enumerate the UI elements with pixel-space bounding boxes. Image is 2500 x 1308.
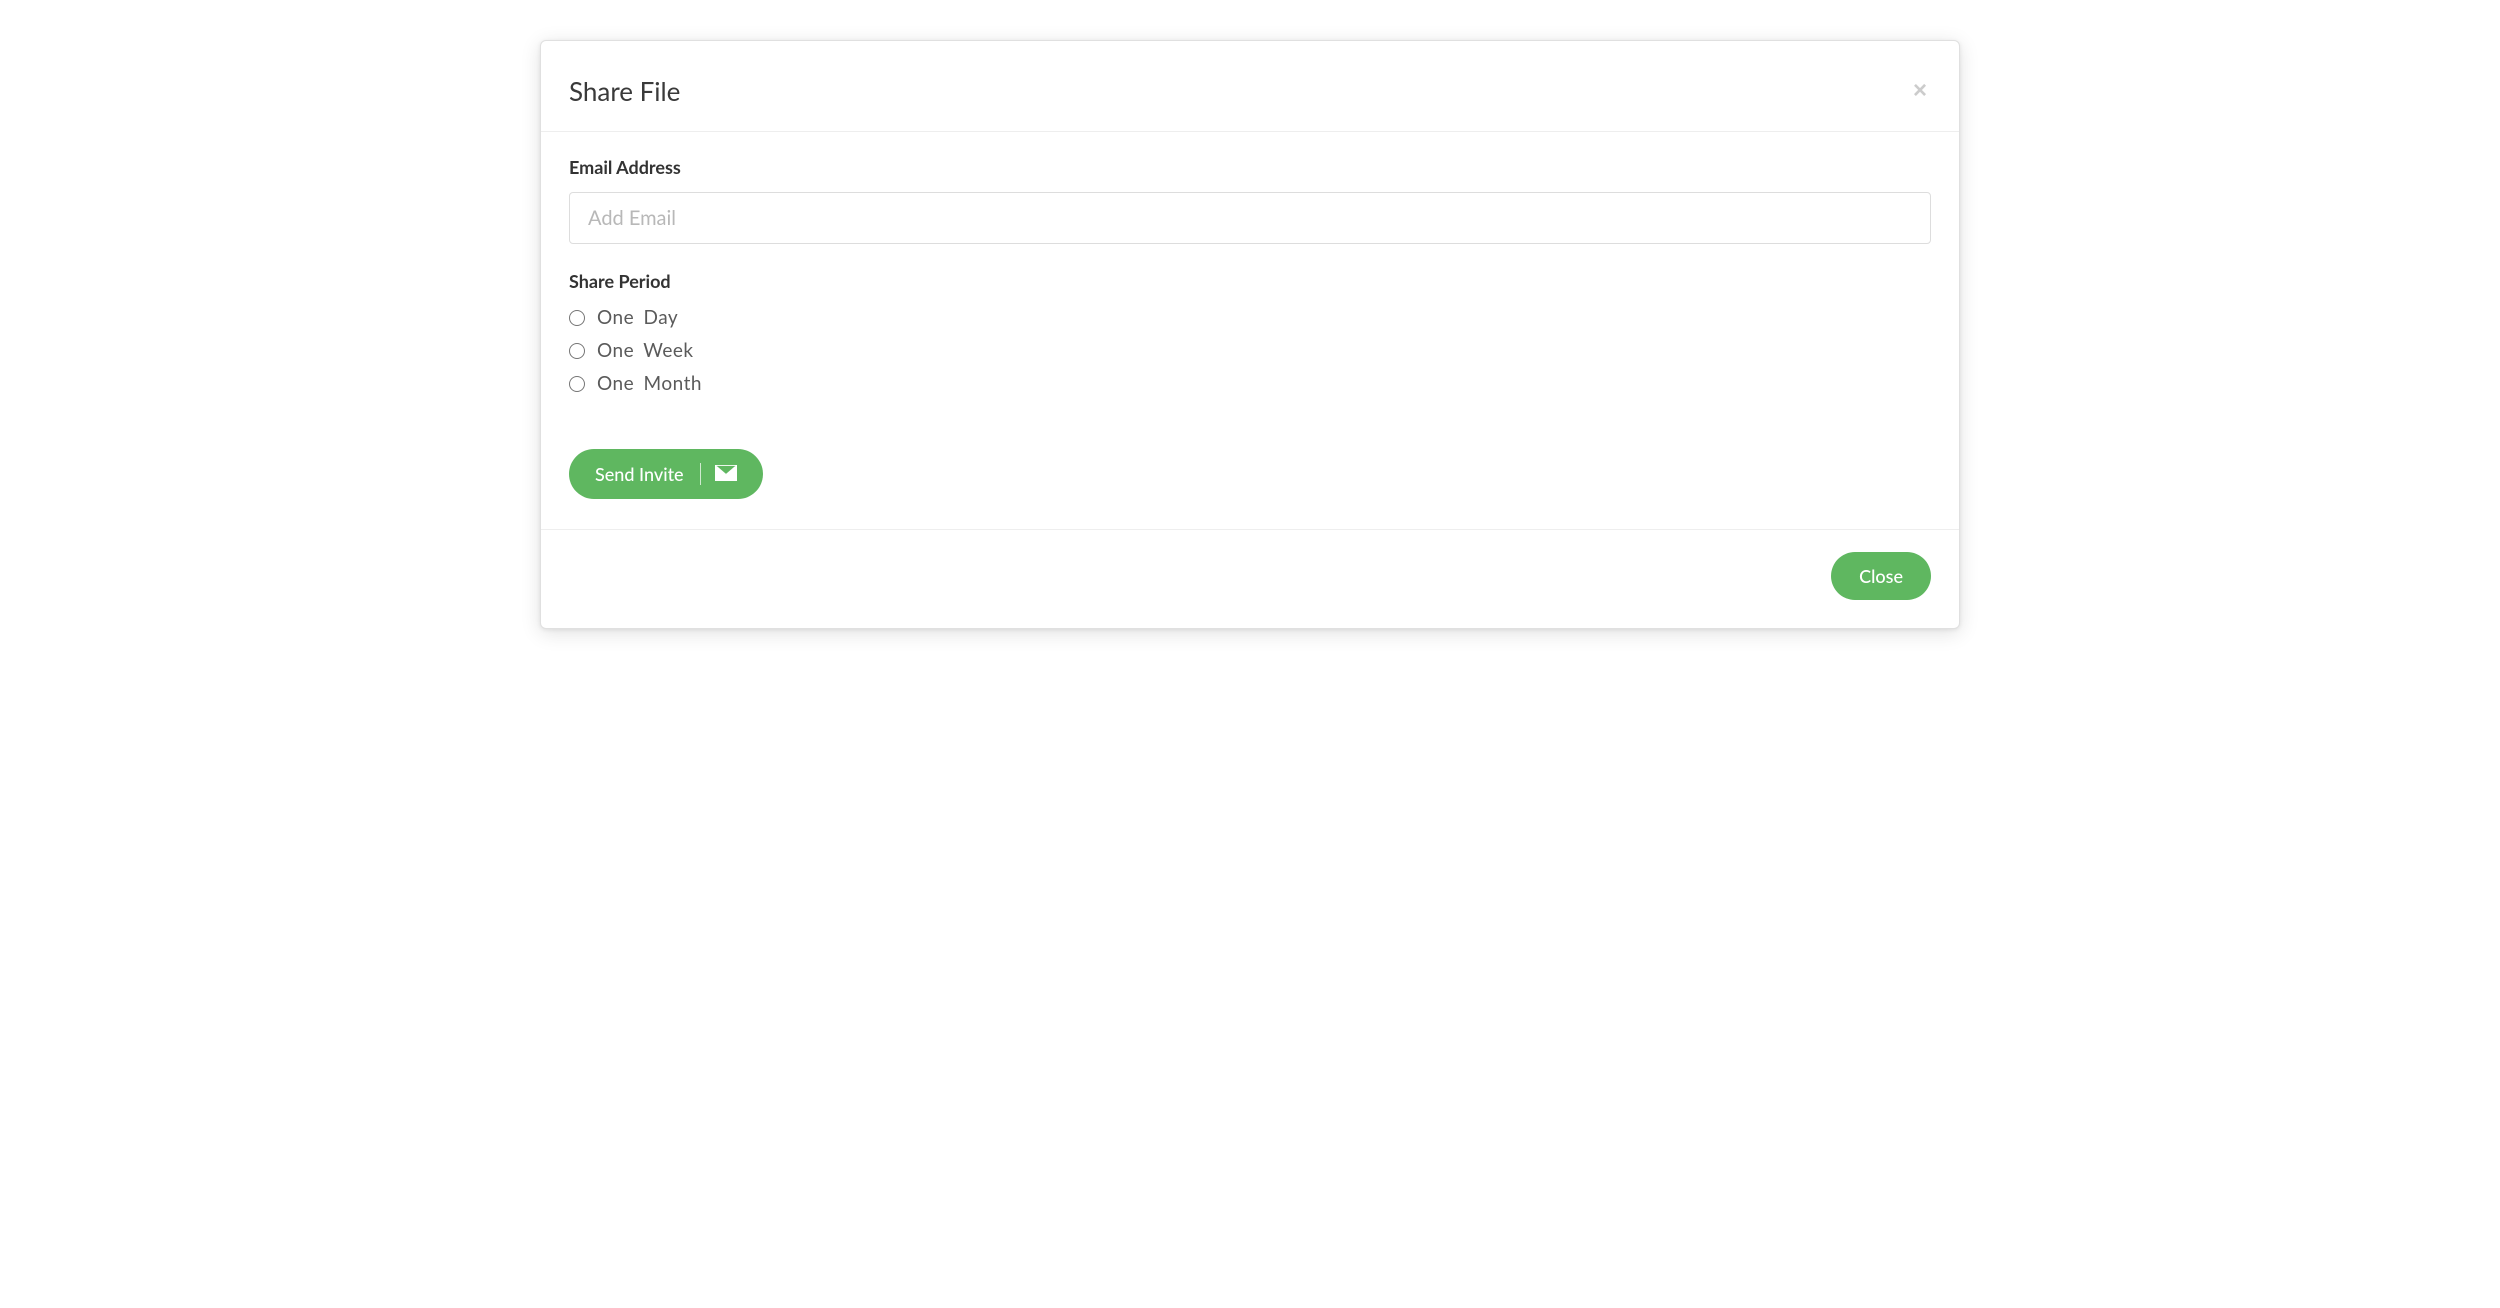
radio-option-one-month: One Month [569,372,1931,395]
modal-footer: Close [541,530,1959,628]
close-button[interactable]: Close [1831,552,1931,600]
radio-option-one-week: One Week [569,339,1931,362]
send-invite-button[interactable]: Send Invite [569,449,763,499]
close-icon[interactable]: × [1909,75,1931,107]
radio-option-one-day: One Day [569,306,1931,329]
modal-title: Share File [569,75,680,107]
email-label: Email Address [569,156,1931,178]
modal-header: Share File × [541,41,1959,132]
radio-one-day[interactable] [569,310,585,326]
share-file-modal: Share File × Email Address Share Period … [540,40,1960,629]
button-divider [700,463,701,485]
radio-one-week[interactable] [569,343,585,359]
share-period-options: One Day One Week One Month [569,306,1931,395]
share-period-group: Share Period One Day One Week One Month [569,270,1931,395]
radio-label-one-week[interactable]: One Week [597,339,694,362]
envelope-icon [715,463,737,485]
share-period-label: Share Period [569,270,1931,292]
modal-body: Email Address Share Period One Day One W… [541,132,1959,530]
send-invite-label: Send Invite [595,463,684,485]
radio-label-one-day[interactable]: One Day [597,306,678,329]
radio-label-one-month[interactable]: One Month [597,372,702,395]
email-group: Email Address [569,156,1931,244]
radio-one-month[interactable] [569,376,585,392]
email-input[interactable] [569,192,1931,244]
